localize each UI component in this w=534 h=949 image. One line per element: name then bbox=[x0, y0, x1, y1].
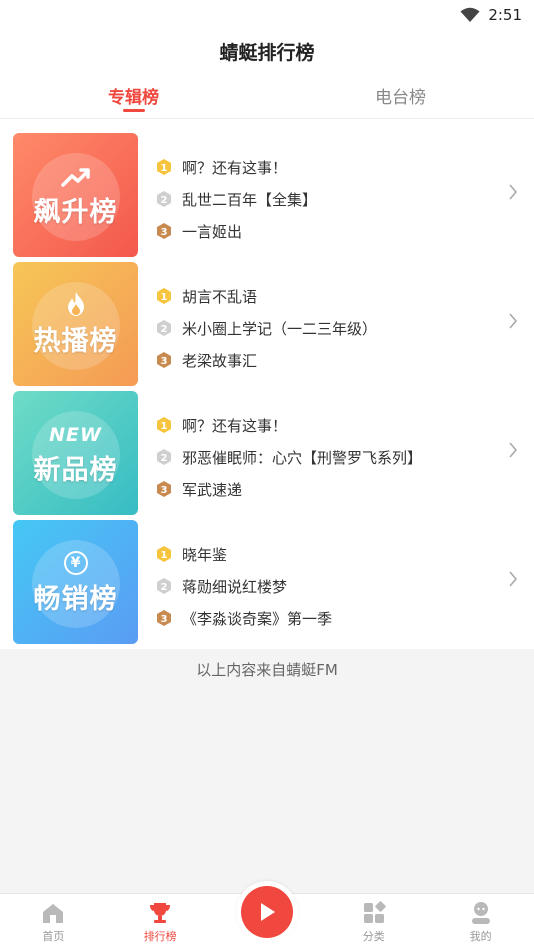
list-item[interactable]: 1 啊？还有这事！ bbox=[155, 409, 534, 441]
new-badge-icon: NEW bbox=[49, 423, 102, 446]
silver-medal-icon: 2 bbox=[157, 191, 171, 207]
bronze-medal-icon: 3 bbox=[157, 610, 171, 626]
tab-bar: 专辑榜 电台榜 bbox=[0, 72, 534, 119]
gold-medal-icon: 1 bbox=[157, 288, 171, 304]
trend-up-icon bbox=[60, 167, 90, 187]
gold-medal-icon: 1 bbox=[157, 417, 171, 433]
ranking-cover-title: 新品榜 bbox=[33, 454, 118, 486]
ranking-cover-title: 飙升榜 bbox=[33, 196, 118, 228]
flame-icon bbox=[67, 291, 84, 316]
list-item[interactable]: 3 老梁故事汇 bbox=[155, 344, 534, 376]
gold-medal-icon: 1 bbox=[157, 546, 171, 562]
status-time: 2:51 bbox=[488, 6, 522, 24]
svg-text:1: 1 bbox=[161, 163, 168, 174]
play-icon bbox=[261, 903, 275, 921]
list-item[interactable]: 2 乱世二百年【全集】 bbox=[155, 183, 534, 215]
nav-home[interactable]: 首页 bbox=[0, 894, 107, 949]
svg-text:3: 3 bbox=[161, 614, 168, 625]
chevron-right-icon bbox=[509, 313, 518, 329]
ranking-cover: ¥ 畅销榜 bbox=[13, 520, 138, 644]
chevron-right-icon bbox=[509, 571, 518, 587]
gold-medal-icon: 1 bbox=[157, 159, 171, 175]
silver-medal-icon: 2 bbox=[157, 578, 171, 594]
svg-text:3: 3 bbox=[161, 227, 168, 238]
tab-radio-ranking[interactable]: 电台榜 bbox=[267, 72, 534, 118]
list-item[interactable]: 3 军武速递 bbox=[155, 473, 534, 505]
bronze-medal-icon: 3 bbox=[157, 223, 171, 239]
svg-text:1: 1 bbox=[161, 550, 168, 561]
trophy-icon bbox=[150, 903, 171, 923]
ranking-card-hot[interactable]: 热播榜 1 胡言不乱语 2 米小圈上学记（一二三年级） 3 老梁故事汇 bbox=[0, 262, 534, 391]
chevron-right-icon bbox=[509, 184, 518, 200]
list-item[interactable]: 1 胡言不乱语 bbox=[155, 280, 534, 312]
list-item[interactable]: 1 晓年鉴 bbox=[155, 538, 534, 570]
svg-text:1: 1 bbox=[161, 421, 168, 432]
chevron-right-icon bbox=[509, 442, 518, 458]
list-item[interactable]: 2 米小圈上学记（一二三年级） bbox=[155, 312, 534, 344]
silver-medal-icon: 2 bbox=[157, 320, 171, 336]
play-button[interactable] bbox=[241, 886, 293, 938]
silver-medal-icon: 2 bbox=[157, 449, 171, 465]
source-note: 以上内容来自蜻蜓FM bbox=[196, 660, 338, 679]
list-item[interactable]: 2 邪恶催眠师：心穴【刑警罗飞系列】 bbox=[155, 441, 534, 473]
ranking-cover: NEW 新品榜 bbox=[13, 391, 138, 515]
ranking-cover-title: 畅销榜 bbox=[33, 583, 118, 615]
yen-coin-icon: ¥ bbox=[63, 550, 88, 575]
list-item[interactable]: 1 啊？还有这事！ bbox=[155, 151, 534, 183]
category-icon bbox=[363, 901, 386, 923]
tab-album-ranking[interactable]: 专辑榜 bbox=[0, 72, 267, 118]
ranking-cover: 热播榜 bbox=[13, 262, 138, 386]
svg-text:2: 2 bbox=[161, 453, 168, 464]
nav-profile[interactable]: 我的 bbox=[427, 894, 534, 949]
ranking-card-bestseller[interactable]: ¥ 畅销榜 1 晓年鉴 2 蒋勋细说红楼梦 3 《李淼谈奇案》第一季 bbox=[0, 520, 534, 649]
svg-text:3: 3 bbox=[161, 356, 168, 367]
bronze-medal-icon: 3 bbox=[157, 481, 171, 497]
profile-icon bbox=[471, 902, 490, 924]
bronze-medal-icon: 3 bbox=[157, 352, 171, 368]
list-item[interactable]: 3 一言姬出 bbox=[155, 215, 534, 247]
ranking-cover: 飙升榜 bbox=[13, 133, 138, 257]
play-button-wrapper bbox=[236, 881, 298, 943]
nav-category[interactable]: 分类 bbox=[320, 894, 427, 949]
wifi-icon bbox=[460, 7, 480, 22]
status-bar: 2:51 bbox=[0, 0, 534, 30]
ranking-card-new[interactable]: NEW 新品榜 1 啊？还有这事！ 2 邪恶催眠师：心穴【刑警罗飞系列】 3 军… bbox=[0, 391, 534, 520]
svg-text:2: 2 bbox=[161, 195, 168, 206]
ranking-list: 飙升榜 1 啊？还有这事！ 2 乱世二百年【全集】 3 一言姬出 热播榜 1 胡… bbox=[0, 119, 534, 649]
page-title: 蜻蜓排行榜 bbox=[0, 30, 534, 72]
list-item[interactable]: 2 蒋勋细说红楼梦 bbox=[155, 570, 534, 602]
svg-text:2: 2 bbox=[161, 324, 168, 335]
ranking-card-rising[interactable]: 飙升榜 1 啊？还有这事！ 2 乱世二百年【全集】 3 一言姬出 bbox=[0, 133, 534, 262]
svg-text:1: 1 bbox=[161, 292, 168, 303]
list-item[interactable]: 3 《李淼谈奇案》第一季 bbox=[155, 602, 534, 634]
svg-text:2: 2 bbox=[161, 582, 168, 593]
ranking-cover-title: 热播榜 bbox=[33, 325, 118, 357]
home-icon bbox=[43, 904, 64, 923]
svg-text:3: 3 bbox=[161, 485, 168, 496]
nav-ranking[interactable]: 排行榜 bbox=[107, 894, 214, 949]
